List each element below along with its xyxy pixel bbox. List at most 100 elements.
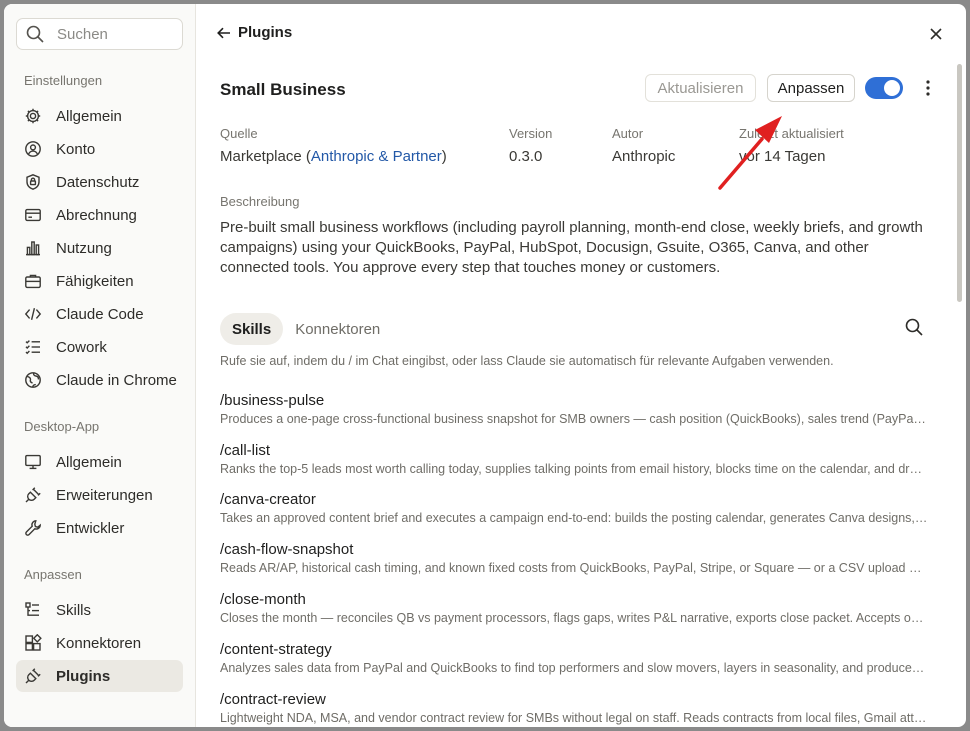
skill-name: /contract-review: [220, 691, 326, 708]
skill-name: /business-pulse: [220, 392, 325, 409]
code-icon: [24, 305, 42, 323]
group-title-desktop-app: Desktop-App: [24, 419, 100, 434]
skill-description: Produces a one-page cross-functional bus…: [220, 412, 928, 426]
arrow-left-icon: [217, 27, 230, 38]
sidebar-item-skills[interactable]: Skills: [16, 594, 183, 626]
bar-chart-icon: [24, 239, 42, 257]
author-label: Autor: [612, 126, 644, 141]
sidebar-item-abrechnung[interactable]: Abrechnung: [16, 199, 183, 231]
search-icon: [26, 25, 44, 43]
group-title-einstellungen: Einstellungen: [24, 73, 103, 88]
customize-button[interactable]: Anpassen: [767, 74, 855, 102]
source-link[interactable]: Anthropic & Partner: [311, 148, 442, 165]
shield-icon: [24, 173, 42, 191]
settings-window: Suchen Einstellungen Allgemein Konto Dat…: [4, 4, 966, 727]
plugin-detail-panel: Plugins Small Business Aktualisieren Anp…: [196, 4, 966, 727]
skills-hint: Rufe sie auf, indem du / im Chat eingibs…: [220, 354, 834, 368]
sidebar-item-plugins[interactable]: Plugins: [16, 660, 183, 692]
skill-name: /canva-creator: [220, 491, 316, 508]
skill-description: Reads AR/AP, historical cash timing, and…: [220, 561, 928, 575]
sidebar-item-konto[interactable]: Konto: [16, 133, 183, 165]
skill-description: Lightweight NDA, MSA, and vendor contrac…: [220, 711, 928, 725]
sidebar-item-label: Entwickler: [56, 519, 125, 537]
search-icon[interactable]: [903, 316, 925, 338]
sidebar-item-label: Konto: [56, 140, 96, 158]
sidebar-item-erweiterungen[interactable]: Erweiterungen: [16, 479, 183, 511]
sidebar-item-label: Abrechnung: [56, 206, 137, 224]
skill-item[interactable]: /cash-flow-snapshot Reads AR/AP, histori…: [220, 540, 930, 576]
sidebar-item-label: Skills: [56, 601, 92, 619]
sidebar-item-label: Claude in Chrome: [56, 371, 177, 389]
sidebar-item-entwickler[interactable]: Entwickler: [16, 512, 183, 544]
version-value: 0.3.0: [509, 148, 543, 165]
user-circle-icon: [24, 140, 42, 158]
sidebar-item-nutzung[interactable]: Nutzung: [16, 232, 183, 264]
monitor-icon: [24, 453, 42, 471]
updated-label: Zuletzt aktualisiert: [739, 126, 844, 141]
close-icon[interactable]: [926, 24, 946, 44]
sidebar-search[interactable]: Suchen: [16, 18, 183, 50]
updated-value: vor 14 Tagen: [739, 148, 826, 165]
sidebar-item-label: Konnektoren: [56, 634, 142, 652]
plug-icon: [24, 486, 42, 504]
skill-name: /close-month: [220, 591, 306, 608]
tab-skills[interactable]: Skills: [220, 313, 284, 345]
checklist-icon: [24, 338, 42, 356]
plugin-enabled-toggle[interactable]: [865, 77, 903, 99]
sidebar-item-label: Plugins: [56, 667, 111, 685]
sidebar-item-cowork[interactable]: Cowork: [16, 331, 183, 363]
sidebar-item-label: Fähigkeiten: [56, 272, 134, 290]
back-label: Plugins: [238, 24, 293, 41]
sidebar-item-label: Nutzung: [56, 239, 112, 257]
source-label: Quelle: [220, 126, 258, 141]
plug-icon: [24, 667, 42, 685]
connectors-icon: [24, 634, 42, 652]
update-button[interactable]: Aktualisieren: [645, 74, 756, 102]
credit-card-icon: [24, 206, 42, 224]
version-label: Version: [509, 126, 553, 141]
source-value: Marketplace (Anthropic & Partner): [220, 148, 447, 165]
description-label: Beschreibung: [220, 194, 300, 209]
tab-konnektoren[interactable]: Konnektoren: [283, 313, 392, 345]
skill-description: Closes the month — reconciles QB vs paym…: [220, 611, 928, 625]
sidebar-item-claude-in-chrome[interactable]: Claude in Chrome: [16, 364, 183, 396]
wrench-icon: [24, 519, 42, 537]
plugin-title: Small Business: [220, 80, 346, 99]
author-value: Anthropic: [612, 148, 676, 165]
skill-item[interactable]: /business-pulse Produces a one-page cros…: [220, 391, 930, 427]
skill-description: Takes an approved content brief and exec…: [220, 511, 928, 525]
sidebar-item-claude-code[interactable]: Claude Code: [16, 298, 183, 330]
skill-item[interactable]: /content-strategy Analyzes sales data fr…: [220, 640, 930, 676]
skill-name: /content-strategy: [220, 641, 332, 658]
sidebar-item-datenschutz[interactable]: Datenschutz: [16, 166, 183, 198]
tab-bar: Skills Konnektoren: [220, 313, 392, 345]
sidebar-item-konnektoren[interactable]: Konnektoren: [16, 627, 183, 659]
sidebar-item-label: Claude Code: [56, 305, 144, 323]
sidebar-item-faehigkeiten[interactable]: Fähigkeiten: [16, 265, 183, 297]
globe-icon: [24, 371, 42, 389]
skill-description: Analyzes sales data from PayPal and Quic…: [220, 661, 928, 675]
more-options-icon[interactable]: [918, 78, 938, 98]
skill-item[interactable]: /canva-creator Takes an approved content…: [220, 490, 930, 526]
sidebar: Suchen Einstellungen Allgemein Konto Dat…: [4, 4, 196, 727]
sidebar-item-desktop-allgemein[interactable]: Allgemein: [16, 446, 183, 478]
briefcase-icon: [24, 272, 42, 290]
gear-icon: [24, 107, 42, 125]
description-text: Pre-built small business workflows (incl…: [220, 219, 923, 276]
skills-icon: [24, 601, 42, 619]
sidebar-item-label: Datenschutz: [56, 173, 140, 191]
skill-item[interactable]: /contract-review Lightweight NDA, MSA, a…: [220, 690, 930, 726]
search-placeholder: Suchen: [57, 25, 108, 43]
back-button[interactable]: Plugins: [216, 24, 292, 41]
sidebar-item-label: Erweiterungen: [56, 486, 153, 504]
skill-item[interactable]: /close-month Closes the month — reconcil…: [220, 590, 930, 626]
sidebar-item-allgemein[interactable]: Allgemein: [16, 100, 183, 132]
sidebar-item-label: Cowork: [56, 338, 107, 356]
skill-description: Ranks the top-5 leads most worth calling…: [220, 462, 928, 476]
sidebar-item-label: Allgemein: [56, 107, 122, 125]
group-title-anpassen: Anpassen: [24, 567, 82, 582]
sidebar-item-label: Allgemein: [56, 453, 122, 471]
source-prefix: Marketplace (: [220, 148, 311, 165]
skill-item[interactable]: /call-list Ranks the top-5 leads most wo…: [220, 441, 930, 477]
scrollbar[interactable]: [957, 64, 962, 302]
